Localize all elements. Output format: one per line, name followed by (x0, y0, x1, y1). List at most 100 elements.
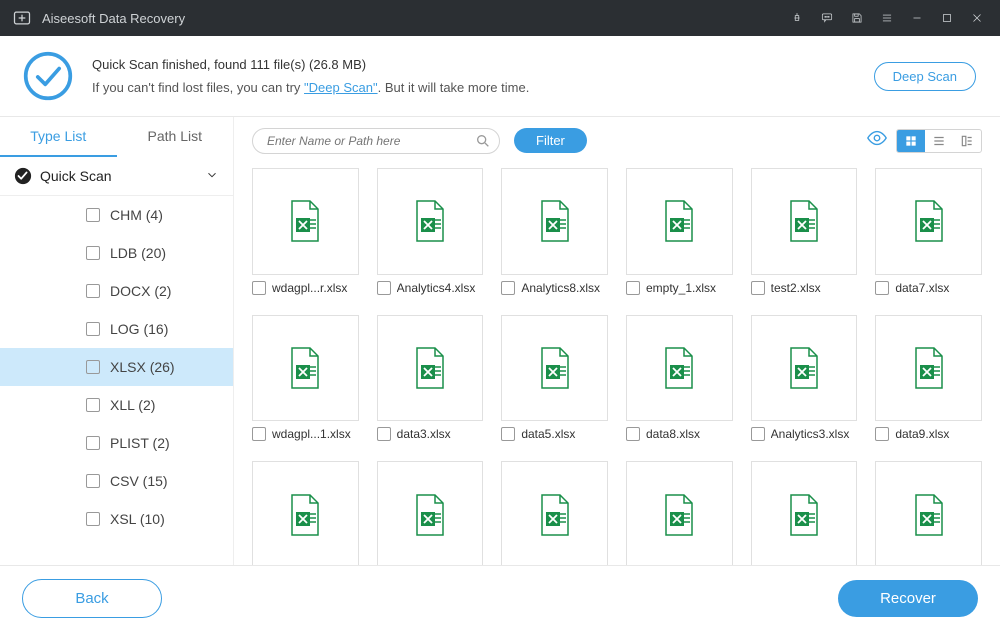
search-input[interactable] (267, 134, 469, 148)
type-label: DOCX (2) (110, 283, 171, 299)
file-item[interactable] (252, 461, 359, 565)
file-thumb[interactable] (875, 168, 982, 275)
file-thumb[interactable] (501, 461, 608, 565)
file-checkbox[interactable] (626, 281, 640, 295)
view-detail-button[interactable] (953, 130, 981, 152)
feedback-icon[interactable] (812, 0, 842, 36)
type-checkbox[interactable] (86, 474, 100, 488)
file-item[interactable]: Analytics4.xlsx (377, 168, 484, 295)
file-thumb[interactable] (751, 168, 858, 275)
deep-scan-link[interactable]: "Deep Scan" (304, 80, 378, 95)
tab-type-list[interactable]: Type List (0, 117, 117, 157)
main-panel: Filter wdagpl...r. (234, 117, 1000, 565)
file-name: Analytics8.xlsx (521, 281, 608, 295)
file-thumb[interactable] (252, 168, 359, 275)
type-item[interactable]: LDB (20) (0, 234, 233, 272)
type-item[interactable]: XLL (2) (0, 386, 233, 424)
file-item[interactable]: wdagpl...r.xlsx (252, 168, 359, 295)
file-item[interactable]: data9.xlsx (875, 315, 982, 442)
file-item[interactable]: wdagpl...1.xlsx (252, 315, 359, 442)
file-name: data3.xlsx (397, 427, 484, 441)
file-checkbox[interactable] (252, 427, 266, 441)
file-checkbox[interactable] (377, 427, 391, 441)
file-thumb[interactable] (501, 315, 608, 422)
share-icon[interactable] (782, 0, 812, 36)
file-item[interactable]: Analytics3.xlsx (751, 315, 858, 442)
type-item[interactable]: CHM (4) (0, 196, 233, 234)
type-item[interactable]: CSV (15) (0, 462, 233, 500)
type-checkbox[interactable] (86, 208, 100, 222)
file-item[interactable]: data3.xlsx (377, 315, 484, 442)
close-button[interactable] (962, 0, 992, 36)
deep-scan-button[interactable]: Deep Scan (874, 62, 976, 91)
file-thumb[interactable] (626, 461, 733, 565)
chevron-down-icon (205, 168, 219, 185)
file-grid[interactable]: wdagpl...r.xlsx Analytics4.xlsx Analytics8… (234, 164, 1000, 565)
view-grid-button[interactable] (897, 130, 925, 152)
file-item[interactable] (875, 461, 982, 565)
file-name: data9.xlsx (895, 427, 982, 441)
back-button[interactable]: Back (22, 579, 162, 618)
minimize-button[interactable] (902, 0, 932, 36)
type-item[interactable]: LOG (16) (0, 310, 233, 348)
type-item[interactable]: PLIST (2) (0, 424, 233, 462)
file-item[interactable] (751, 461, 858, 565)
save-icon[interactable] (842, 0, 872, 36)
file-thumb[interactable] (751, 315, 858, 422)
file-item[interactable] (377, 461, 484, 565)
type-checkbox[interactable] (86, 436, 100, 450)
recover-button[interactable]: Recover (838, 580, 978, 617)
type-checkbox[interactable] (86, 398, 100, 412)
menu-icon[interactable] (872, 0, 902, 36)
file-item[interactable]: Analytics8.xlsx (501, 168, 608, 295)
file-item[interactable]: test2.xlsx (751, 168, 858, 295)
file-checkbox[interactable] (501, 281, 515, 295)
file-thumb[interactable] (626, 168, 733, 275)
scan-status-bar: Quick Scan finished, found 111 file(s) (… (0, 36, 1000, 117)
file-item[interactable]: data8.xlsx (626, 315, 733, 442)
maximize-button[interactable] (932, 0, 962, 36)
type-checkbox[interactable] (86, 284, 100, 298)
file-checkbox[interactable] (875, 427, 889, 441)
type-list[interactable]: CHM (4)LDB (20) DOCX (2) LOG (16)XLSX (26)… (0, 196, 233, 565)
file-thumb[interactable] (377, 461, 484, 565)
tab-path-list[interactable]: Path List (117, 117, 234, 157)
type-label: XSL (10) (110, 511, 165, 527)
file-item[interactable]: empty_1.xlsx (626, 168, 733, 295)
file-checkbox[interactable] (875, 281, 889, 295)
group-quick-scan[interactable]: Quick Scan (0, 157, 233, 196)
type-checkbox[interactable] (86, 360, 100, 374)
search-box[interactable] (252, 128, 500, 154)
file-thumb[interactable] (626, 315, 733, 422)
file-item[interactable] (626, 461, 733, 565)
file-name: Analytics4.xlsx (397, 281, 484, 295)
file-checkbox[interactable] (377, 281, 391, 295)
view-list-button[interactable] (925, 130, 953, 152)
file-item[interactable]: data7.xlsx (875, 168, 982, 295)
file-thumb[interactable] (252, 315, 359, 422)
search-icon[interactable] (475, 133, 491, 154)
file-item[interactable] (501, 461, 608, 565)
file-checkbox[interactable] (751, 281, 765, 295)
file-checkbox[interactable] (252, 281, 266, 295)
file-checkbox[interactable] (501, 427, 515, 441)
file-thumb[interactable] (875, 461, 982, 565)
file-thumb[interactable] (377, 315, 484, 422)
type-item[interactable]: XSL (10) (0, 500, 233, 538)
file-thumb[interactable] (501, 168, 608, 275)
type-checkbox[interactable] (86, 246, 100, 260)
file-item[interactable]: data5.xlsx (501, 315, 608, 442)
file-checkbox[interactable] (751, 427, 765, 441)
type-item[interactable]: XLSX (26) (0, 348, 233, 386)
file-thumb[interactable] (252, 461, 359, 565)
file-thumb[interactable] (751, 461, 858, 565)
type-checkbox[interactable] (86, 322, 100, 336)
type-item[interactable]: DOCX (2) (0, 272, 233, 310)
file-name: wdagpl...1.xlsx (272, 427, 359, 441)
type-checkbox[interactable] (86, 512, 100, 526)
file-checkbox[interactable] (626, 427, 640, 441)
file-thumb[interactable] (875, 315, 982, 422)
filter-button[interactable]: Filter (514, 128, 587, 153)
file-thumb[interactable] (377, 168, 484, 275)
preview-toggle-icon[interactable] (866, 127, 888, 154)
